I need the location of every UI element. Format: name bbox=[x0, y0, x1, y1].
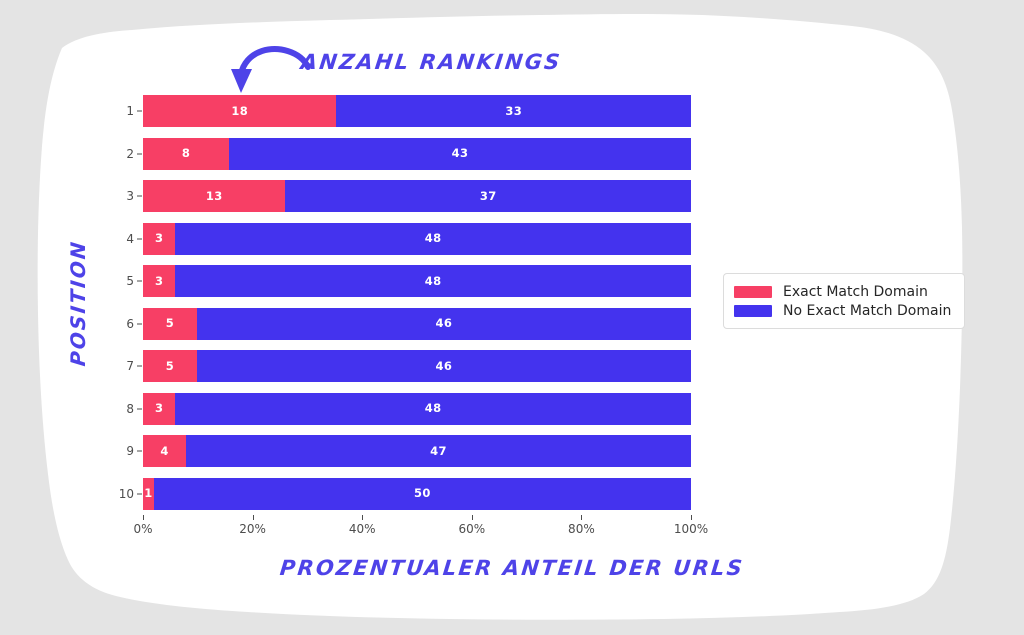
y-axis-tick-label: 6 bbox=[126, 316, 134, 331]
bar-segment-no-exact-match[interactable]: 43 bbox=[228, 137, 691, 170]
bar-row: 6 5 46 bbox=[126, 307, 691, 340]
y-axis-tick-label: 2 bbox=[126, 146, 134, 161]
annotation-label: ANZAHL RANKINGS bbox=[299, 50, 564, 74]
x-axis-tick-mark bbox=[581, 515, 583, 520]
bar-row: 5 3 48 bbox=[126, 265, 691, 298]
legend-label-no-exact-match: No Exact Match Domain bbox=[783, 302, 952, 319]
legend-item-no-exact-match[interactable]: No Exact Match Domain bbox=[734, 301, 951, 320]
bar-row: 7 5 46 bbox=[126, 350, 691, 383]
bar-value-label: 5 bbox=[165, 316, 175, 330]
x-axis-tick-mark bbox=[252, 515, 254, 520]
x-axis-tick-mark bbox=[691, 515, 692, 520]
bar-value-label: 13 bbox=[205, 188, 223, 203]
bar-value-label: 5 bbox=[165, 358, 175, 373]
bar-value-label: 47 bbox=[430, 443, 447, 458]
bar-value-label: 3 bbox=[154, 231, 164, 245]
y-axis-tick-mark bbox=[137, 110, 142, 112]
legend-swatch-exact-match bbox=[734, 285, 772, 298]
y-axis-tick-label: 5 bbox=[126, 274, 134, 289]
bar-value-label: 46 bbox=[435, 316, 453, 330]
bar-value-label: 43 bbox=[451, 146, 469, 160]
bar-segment-no-exact-match[interactable]: 48 bbox=[175, 392, 691, 425]
legend-label-exact-match: Exact Match Domain bbox=[783, 283, 928, 300]
bar-value-label: 48 bbox=[424, 231, 442, 245]
bar-value-label: 1 bbox=[144, 486, 153, 500]
y-axis-tick-mark bbox=[137, 323, 142, 325]
bar-segment-no-exact-match[interactable]: 33 bbox=[336, 95, 691, 128]
bar-segment-exact-match[interactable]: 3 bbox=[143, 222, 176, 255]
y-axis-tick-mark bbox=[137, 195, 142, 197]
bar-segment-no-exact-match[interactable]: 46 bbox=[196, 350, 691, 383]
x-axis-tick-label: 100% bbox=[673, 522, 709, 536]
y-axis-tick-label: 7 bbox=[126, 359, 134, 374]
bar-value-label: 50 bbox=[414, 486, 431, 500]
bar-value-label: 48 bbox=[424, 273, 442, 288]
bar-row: 9 4 47 bbox=[126, 435, 691, 468]
bar-row: 2 8 43 bbox=[126, 137, 691, 170]
bar-value-label: 4 bbox=[160, 443, 169, 458]
y-axis-title: POSITION bbox=[66, 238, 90, 368]
bar-segment-no-exact-match[interactable]: 47 bbox=[185, 435, 691, 468]
y-axis-tick-mark bbox=[137, 493, 142, 495]
bar-row: 1 18 33 bbox=[126, 95, 691, 128]
y-axis-tick-label: 1 bbox=[126, 104, 134, 119]
x-axis-tick-label: 40% bbox=[348, 522, 376, 536]
y-axis-tick-mark bbox=[137, 153, 142, 155]
bar-value-label: 48 bbox=[424, 401, 442, 415]
bar-segment-no-exact-match[interactable]: 50 bbox=[153, 477, 691, 510]
chart-container: ANZAHL RANKINGS POSITION PROZENTUALER AN… bbox=[0, 0, 1024, 635]
bar-value-label: 3 bbox=[154, 401, 164, 415]
x-axis-tick-label: 20% bbox=[239, 522, 266, 536]
bar-segment-exact-match[interactable]: 18 bbox=[143, 95, 337, 128]
bar-segment-no-exact-match[interactable]: 48 bbox=[175, 265, 691, 298]
y-axis-tick-mark bbox=[137, 280, 142, 282]
bar-value-label: 46 bbox=[435, 358, 453, 373]
bar-value-label: 37 bbox=[479, 188, 497, 203]
y-axis-tick-label: 10 bbox=[118, 486, 134, 501]
y-axis-tick-mark bbox=[137, 365, 142, 367]
bar-segment-exact-match[interactable]: 8 bbox=[143, 137, 229, 170]
y-axis-tick-mark bbox=[137, 450, 142, 452]
legend: Exact Match Domain No Exact Match Domain bbox=[723, 273, 966, 329]
bar-segment-exact-match[interactable]: 5 bbox=[143, 307, 197, 340]
x-axis-tick-mark bbox=[471, 515, 473, 520]
bar-value-label: 33 bbox=[505, 103, 522, 118]
bar-segment-exact-match[interactable]: 13 bbox=[143, 180, 286, 213]
x-axis-tick-label: 60% bbox=[458, 522, 486, 536]
y-axis-tick-label: 9 bbox=[126, 444, 134, 459]
y-axis-tick-label: 8 bbox=[126, 401, 134, 416]
y-axis-tick-label: 4 bbox=[126, 231, 134, 246]
bar-segment-exact-match[interactable]: 3 bbox=[143, 265, 176, 298]
x-axis-tick-mark bbox=[143, 515, 144, 520]
x-axis-title: PROZENTUALER ANTEIL DER URLS bbox=[278, 556, 746, 580]
bar-value-label: 8 bbox=[181, 146, 191, 160]
bar-value-label: 18 bbox=[231, 103, 248, 118]
legend-swatch-no-exact-match bbox=[734, 304, 772, 317]
bar-segment-no-exact-match[interactable]: 37 bbox=[285, 180, 691, 213]
bar-segment-exact-match[interactable]: 1 bbox=[143, 477, 154, 510]
bar-segment-no-exact-match[interactable]: 46 bbox=[196, 307, 691, 340]
bar-segment-no-exact-match[interactable]: 48 bbox=[175, 222, 691, 255]
bar-row: 3 13 37 bbox=[126, 180, 691, 213]
bar-segment-exact-match[interactable]: 4 bbox=[143, 435, 186, 468]
x-axis-tick-mark bbox=[362, 515, 364, 520]
bar-row: 4 3 48 bbox=[126, 222, 691, 255]
x-axis-tick-label: 80% bbox=[568, 522, 595, 536]
x-axis-tick-label: 0% bbox=[133, 522, 153, 536]
bar-segment-exact-match[interactable]: 3 bbox=[143, 392, 176, 425]
y-axis-tick-mark bbox=[137, 238, 142, 240]
bar-value-label: 3 bbox=[154, 273, 164, 288]
plot-area: 1 18 33 2 8 43 3 13 37 4 3 48 5 3 48 6 5 46 7 5 46 8 3 48 9 4 47 10… bbox=[119, 90, 708, 535]
y-axis-tick-mark bbox=[137, 408, 142, 410]
y-axis-tick-label: 3 bbox=[126, 189, 134, 204]
legend-item-exact-match[interactable]: Exact Match Domain bbox=[734, 282, 951, 301]
bar-segment-exact-match[interactable]: 5 bbox=[143, 350, 197, 383]
bar-row: 10 1 50 bbox=[119, 477, 691, 510]
bar-row: 8 3 48 bbox=[126, 392, 691, 425]
